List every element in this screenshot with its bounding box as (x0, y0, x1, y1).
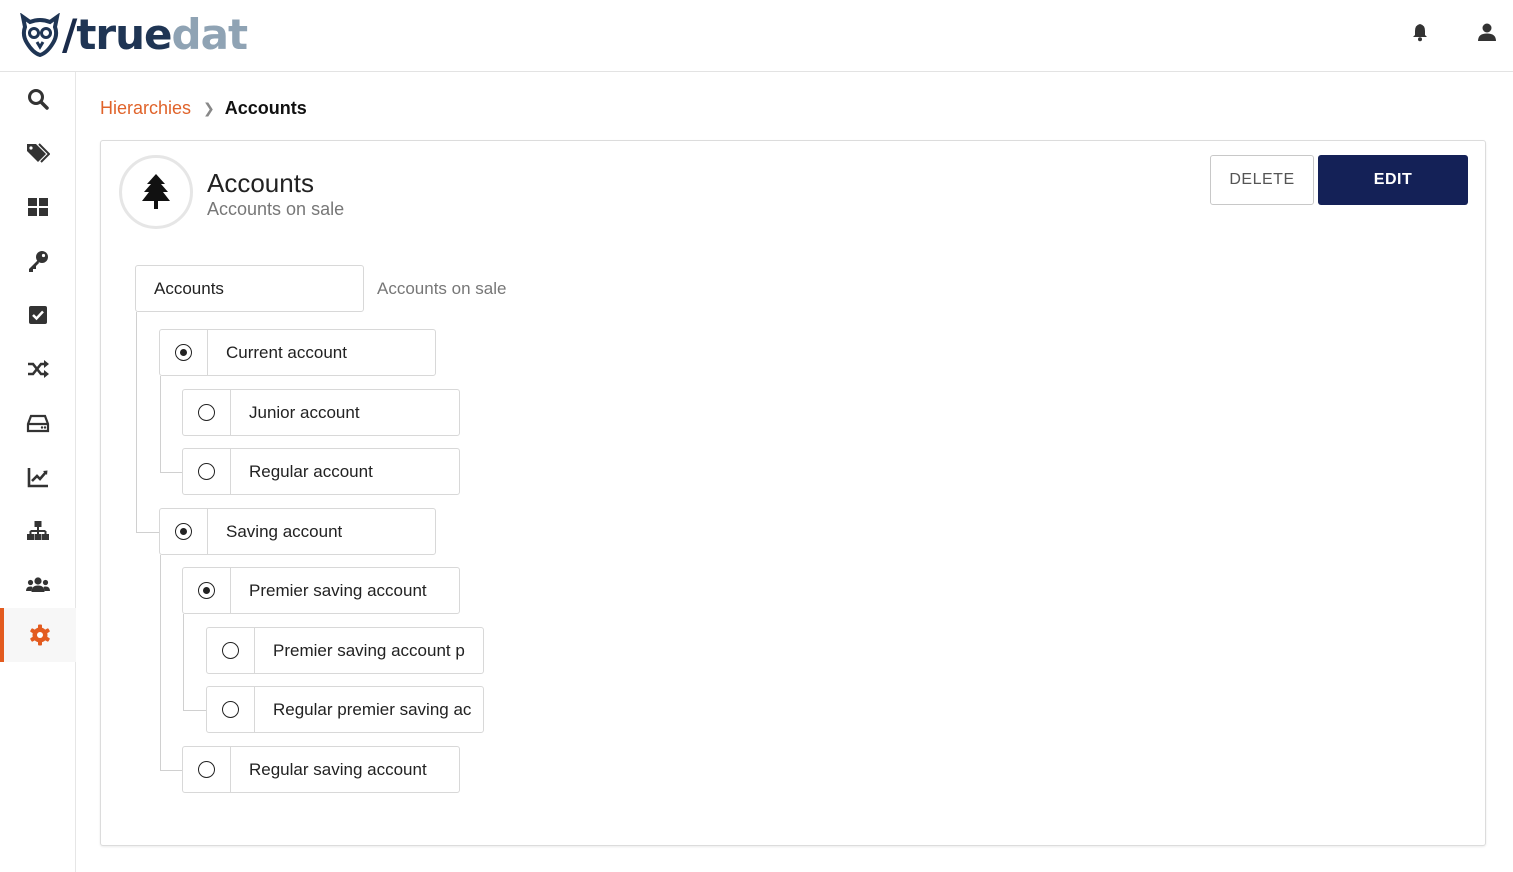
search-icon (28, 89, 49, 110)
radio-unchecked-icon (198, 463, 215, 480)
tree-connector (160, 770, 183, 771)
radio-unchecked-icon (222, 642, 239, 659)
tree-icon (142, 174, 170, 209)
radio-checked-icon (198, 582, 215, 599)
tree-node-radio-cell[interactable] (160, 509, 208, 554)
tree-connector (183, 614, 184, 711)
tree-node-label: Saving account (226, 521, 343, 541)
sidebar (0, 72, 76, 872)
tree-node-label: Premier saving account (249, 580, 427, 600)
delete-button[interactable]: DELETE (1210, 155, 1314, 205)
hierarchy-description: Accounts on sale (207, 199, 345, 219)
tree-node-radio-cell[interactable] (183, 449, 231, 494)
tree-connector (160, 376, 161, 473)
chart-line-icon (27, 468, 48, 488)
tree-connector (160, 472, 183, 473)
shuffle-icon (28, 360, 49, 378)
tree-node-saving-account[interactable]: Saving account (159, 508, 436, 555)
tree-node-premier-saving-account-p[interactable]: Premier saving account p (206, 627, 484, 674)
radio-unchecked-icon (198, 761, 215, 778)
truedat-logo[interactable]: /truedat (20, 10, 248, 60)
sidebar-item-users[interactable] (0, 558, 76, 612)
tree-node-radio-cell[interactable] (160, 330, 208, 375)
logo-true: true (76, 10, 172, 59)
sidebar-item-structures[interactable] (0, 504, 76, 558)
tree-node-label: Regular saving account (249, 759, 427, 779)
sidebar-item-search[interactable] (0, 72, 76, 126)
tree-connector (136, 312, 137, 533)
sidebar-item-settings[interactable] (0, 608, 76, 662)
tree-node-regular-saving-account[interactable]: Regular saving account (182, 746, 460, 793)
tree-node-regular-account[interactable]: Regular account (182, 448, 460, 495)
sidebar-item-metrics[interactable] (0, 450, 76, 504)
breadcrumb: Hierarchies ❯ Accounts (100, 98, 307, 119)
tree-connector (183, 710, 207, 711)
logo-wordmark: /truedat (62, 14, 248, 56)
breadcrumb-hierarchies-link[interactable]: Hierarchies (100, 98, 191, 119)
radio-unchecked-icon (222, 701, 239, 718)
tree-node-radio-cell[interactable] (183, 747, 231, 792)
tree-node-label: Premier saving account p (273, 640, 465, 660)
tree-node-current-account[interactable]: Current account (159, 329, 436, 376)
user-icon[interactable] (1477, 22, 1497, 42)
tree-connector (136, 532, 160, 533)
top-bar: /truedat (0, 0, 1513, 72)
sidebar-item-keys[interactable] (0, 234, 76, 288)
grid-icon (28, 198, 48, 216)
tree-connector (160, 555, 161, 771)
hierarchy-title: Accounts (207, 168, 314, 198)
sidebar-item-storage[interactable] (0, 396, 76, 450)
tree-root-description: Accounts on sale (377, 279, 507, 298)
sidebar-item-dashboard[interactable] (0, 180, 76, 234)
key-icon (29, 251, 48, 272)
logo-slash: / (62, 10, 77, 59)
edit-button[interactable]: EDIT (1318, 155, 1468, 205)
tree-root-node[interactable]: Accounts (135, 265, 364, 312)
tree-node-radio-cell[interactable] (207, 687, 255, 732)
hard-drive-icon (26, 414, 50, 433)
chevron-right-icon: ❯ (203, 100, 215, 116)
hierarchy-avatar (119, 155, 193, 229)
bell-icon[interactable] (1410, 22, 1430, 42)
tree-node-label: Regular account (249, 461, 373, 481)
checkbox-icon (29, 306, 47, 324)
tree-node-junior-account[interactable]: Junior account (182, 389, 460, 436)
sidebar-item-tags[interactable] (0, 126, 76, 180)
radio-unchecked-icon (198, 404, 215, 421)
users-icon (26, 577, 50, 592)
gear-icon (30, 624, 50, 646)
radio-checked-icon (175, 523, 192, 540)
breadcrumb-current: Accounts (224, 98, 307, 118)
owl-logo-icon (20, 13, 60, 57)
tree-node-label: Accounts (154, 278, 224, 298)
tags-icon (27, 143, 50, 163)
tree-node-radio-cell[interactable] (207, 628, 255, 673)
tree-node-label: Current account (226, 342, 347, 362)
tree-node-regular-premier-saving-account[interactable]: Regular premier saving ac (206, 686, 484, 733)
hierarchy-card: Accounts Accounts on sale DELETE EDIT Ac… (100, 140, 1486, 846)
tree-node-label: Junior account (249, 402, 360, 422)
tree-node-label: Regular premier saving ac (273, 699, 472, 719)
tree-node-premier-saving-account[interactable]: Premier saving account (182, 567, 460, 614)
tree-node-radio-cell[interactable] (183, 390, 231, 435)
sidebar-item-rules[interactable] (0, 288, 76, 342)
radio-checked-icon (175, 344, 192, 361)
sitemap-icon (27, 521, 49, 540)
tree-node-radio-cell[interactable] (183, 568, 231, 613)
logo-dat: dat (171, 10, 248, 59)
sidebar-item-lineage[interactable] (0, 342, 76, 396)
